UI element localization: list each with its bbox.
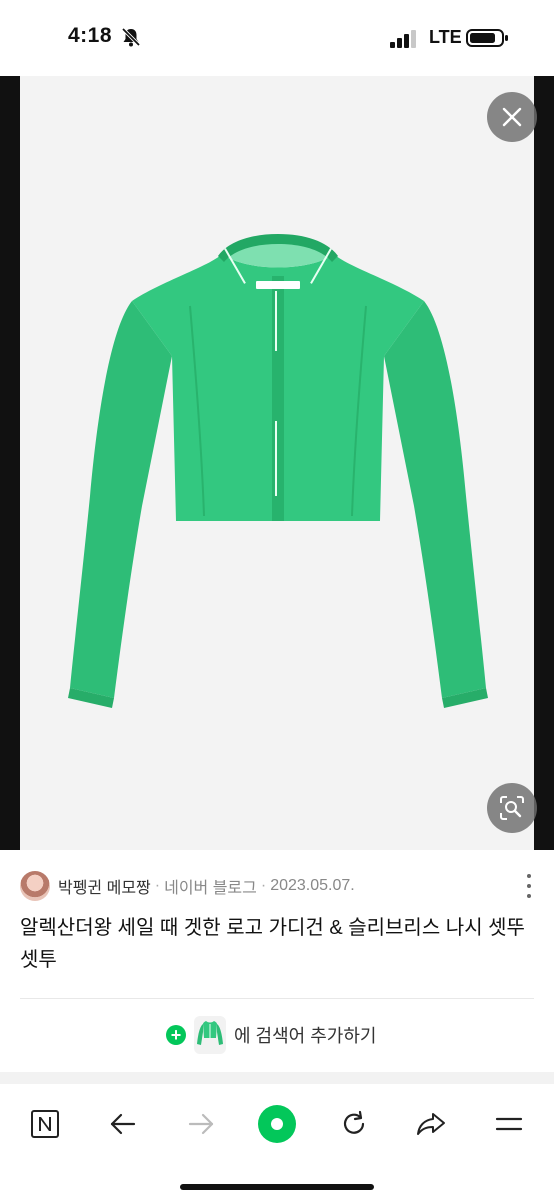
share-icon (417, 1113, 445, 1135)
add-to-search-button[interactable]: + 에 검색어 추가하기 (166, 1014, 376, 1056)
forward-button[interactable] (181, 1104, 221, 1144)
close-icon (502, 107, 522, 127)
section-separator (0, 1072, 554, 1084)
close-button[interactable] (487, 92, 537, 142)
battery-icon (466, 27, 510, 49)
naver-home-button[interactable] (25, 1104, 65, 1144)
meta-separator: · (260, 877, 267, 894)
add-to-search-label: 에 검색어 추가하기 (234, 1026, 377, 1046)
menu-button[interactable] (489, 1104, 529, 1144)
bell-muted-icon (120, 26, 142, 48)
forward-arrow-icon (188, 1113, 214, 1135)
back-button[interactable] (103, 1104, 143, 1144)
image-viewer[interactable] (0, 76, 554, 850)
cardigan-thumbnail (194, 1016, 226, 1054)
status-bar: 4:18 LTE (0, 0, 554, 76)
naver-n-icon (31, 1110, 59, 1138)
green-dot-icon (258, 1105, 296, 1143)
status-time: 4:18 (68, 24, 113, 47)
menu-icon (495, 1117, 523, 1131)
cardigan-image (68, 234, 488, 708)
product-photo[interactable] (20, 76, 534, 850)
refresh-button[interactable] (334, 1104, 374, 1144)
post-date: 2023.05.07. (270, 877, 355, 894)
post-meta: 박펭귄 메모짱 · 네이버 블로그 · 2023.05.07. (20, 870, 540, 902)
bottom-toolbar (0, 1084, 554, 1200)
image-search-icon (500, 796, 524, 820)
divider (20, 998, 534, 999)
more-options-button[interactable] (522, 874, 536, 898)
source-name[interactable]: 네이버 블로그 (164, 874, 257, 898)
avatar[interactable] (20, 871, 50, 901)
meta-separator: · (154, 877, 161, 894)
network-type: LTE (429, 27, 462, 47)
refresh-icon (343, 1110, 365, 1134)
image-search-button[interactable] (487, 783, 537, 833)
share-button[interactable] (411, 1104, 451, 1144)
more-dot-icon (527, 884, 531, 888)
post-title[interactable]: 알렉산더왕 세일 때 겟한 로고 가디건 & 슬리브리스 나시 셋뚜셋투 (20, 912, 540, 976)
green-dot-button[interactable] (257, 1104, 297, 1144)
author-name[interactable]: 박펭귄 메모짱 (58, 874, 151, 898)
signal-icon (390, 30, 420, 48)
more-dot-icon (527, 874, 531, 878)
more-dot-icon (527, 894, 531, 898)
back-arrow-icon (110, 1113, 136, 1135)
home-indicator[interactable] (180, 1184, 374, 1190)
plus-icon: + (166, 1025, 186, 1045)
